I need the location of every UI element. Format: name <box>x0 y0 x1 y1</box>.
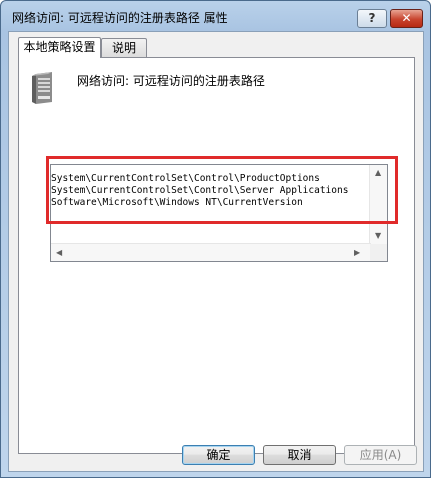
scroll-down-icon[interactable]: ▼ <box>375 231 381 241</box>
registry-path-item[interactable]: System\CurrentControlSet\Control\Server … <box>51 185 371 197</box>
policy-name: 网络访问: 可远程访问的注册表路径 <box>77 74 265 88</box>
server-icon <box>32 72 52 104</box>
cancel-button[interactable]: 取消 <box>263 445 336 465</box>
ok-button[interactable]: 确定 <box>182 445 255 465</box>
apply-button[interactable]: 应用(A) <box>344 445 417 465</box>
dialog-client-area: 本地策略设置 说明 网络访问: 可远程访问的注册表路径 System\Curre… <box>8 31 424 472</box>
scroll-up-icon[interactable]: ▲ <box>375 168 381 178</box>
scrollbar-corner <box>370 244 387 261</box>
window-title: 网络访问: 可远程访问的注册表路径 属性 <box>12 11 228 25</box>
scroll-left-icon[interactable]: ◀ <box>56 248 62 258</box>
registry-path-lines[interactable]: System\CurrentControlSet\Control\Product… <box>51 173 371 209</box>
tab-explain[interactable]: 说明 <box>101 38 147 57</box>
horizontal-scrollbar[interactable]: ◀ ▶ <box>51 243 371 261</box>
registry-path-list[interactable]: System\CurrentControlSet\Control\Product… <box>50 164 388 262</box>
tab-panel: 网络访问: 可远程访问的注册表路径 System\CurrentControlS… <box>18 57 415 454</box>
registry-path-item[interactable]: Software\Microsoft\Windows NT\CurrentVer… <box>51 197 371 209</box>
close-icon: ✕ <box>401 11 412 25</box>
title-bar[interactable]: 网络访问: 可远程访问的注册表路径 属性 ? ✕ <box>1 1 430 31</box>
properties-window: 网络访问: 可远程访问的注册表路径 属性 ? ✕ 本地策略设置 说明 网络访问:… <box>0 0 431 478</box>
registry-path-item[interactable]: System\CurrentControlSet\Control\Product… <box>51 173 371 185</box>
scroll-right-icon[interactable]: ▶ <box>354 248 360 258</box>
vertical-scrollbar[interactable]: ▲ ▼ <box>369 165 387 245</box>
help-button[interactable]: ? <box>357 9 387 28</box>
close-button[interactable]: ✕ <box>390 9 423 28</box>
tab-local-policy-setting[interactable]: 本地策略设置 <box>18 37 101 58</box>
